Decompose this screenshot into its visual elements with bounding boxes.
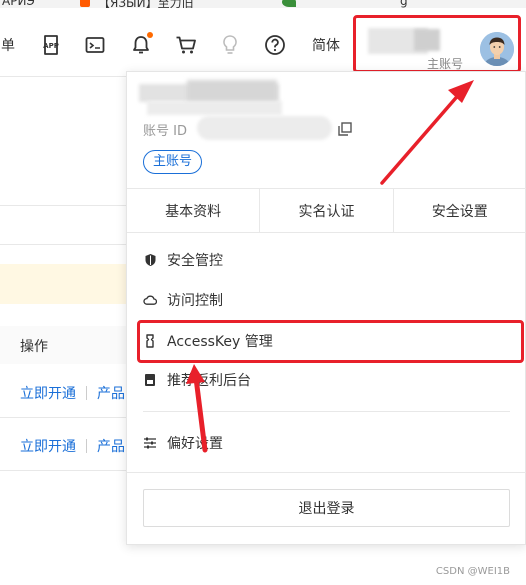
sliders-icon [143, 436, 157, 450]
leaf-favicon-icon [282, 0, 296, 7]
logout-button[interactable]: 退出登录 [143, 489, 510, 527]
browser-tab-strip: АРИЭ 【ЯЗЫЙ】至力旧 g [0, 0, 526, 8]
terminal-icon[interactable] [84, 34, 106, 56]
watermark: CSDN @WEI1B [435, 566, 510, 577]
redacted-subtitle [147, 101, 282, 115]
account-tabs: 基本资料 实名认证 安全设置 [127, 188, 526, 233]
gift-icon [143, 373, 157, 387]
annotation-box-account [353, 15, 521, 73]
annotation-box-accesskey [137, 320, 524, 363]
menu-item-access-control[interactable]: 访问控制 [143, 289, 223, 311]
product-link[interactable]: 产品 [97, 383, 125, 403]
divider [143, 411, 510, 412]
divider [0, 470, 130, 471]
background-panel [0, 205, 130, 245]
menu-item-label: 访问控制 [167, 293, 223, 309]
menu-item-referral[interactable]: 推荐返利后台 [143, 369, 251, 391]
column-header-actions: 操作 [20, 339, 48, 355]
screenshot: АРИЭ 【ЯЗЫЙ】至力旧 g 单 APP 简体 主账号 操作 立即开通 产品… [0, 0, 526, 585]
product-link[interactable]: 产品 [97, 436, 125, 456]
shield-icon [143, 253, 157, 267]
menu-item-preferences[interactable]: 偏好设置 [143, 432, 223, 454]
divider [0, 417, 130, 418]
nav-orders-partial[interactable]: 单 [0, 34, 16, 56]
menu-item-label: 推荐返利后台 [167, 373, 251, 389]
account-id-label: 账号 ID [143, 124, 187, 139]
menu-item-label: 偏好设置 [167, 436, 223, 452]
copy-icon[interactable] [338, 121, 352, 140]
notice-banner [0, 264, 130, 304]
account-dropdown: 账号 ID 主账号 基本资料 实名认证 安全设置 安全管控 访问控制 Acces… [126, 71, 526, 545]
tab-basic-info[interactable]: 基本资料 [127, 189, 261, 232]
link-separator [86, 386, 87, 400]
browser-tab-2[interactable]: 【ЯЗЫЙ】至力旧 [98, 0, 194, 8]
bell-icon[interactable] [130, 32, 153, 56]
cloud-icon [143, 293, 157, 307]
browser-tab-1[interactable]: АРИЭ [2, 0, 35, 8]
svg-text:APP: APP [43, 42, 59, 50]
menu-item-label: 安全管控 [167, 253, 223, 269]
link-separator [86, 439, 87, 453]
table-row: 立即开通 产品 [20, 436, 125, 456]
divider [127, 472, 526, 473]
help-icon[interactable] [264, 34, 286, 56]
app-icon[interactable]: APP [40, 34, 62, 56]
redacted-name-detail [187, 80, 277, 102]
activate-link[interactable]: 立即开通 [20, 383, 76, 403]
account-type-badge: 主账号 [143, 150, 203, 174]
language-switch[interactable]: 简体 [308, 34, 344, 56]
divider [0, 76, 130, 77]
browser-tab-3[interactable]: g [400, 0, 408, 8]
cart-icon[interactable] [174, 34, 198, 56]
table-row: 立即开通 产品 [20, 383, 125, 403]
activate-link[interactable]: 立即开通 [20, 436, 76, 456]
tab-security-settings[interactable]: 安全设置 [394, 189, 526, 232]
redacted-account-id [197, 116, 332, 140]
menu-item-security-control[interactable]: 安全管控 [143, 249, 223, 271]
tab-real-name-auth[interactable]: 实名认证 [260, 189, 394, 232]
notification-dot [147, 32, 153, 38]
favicon-icon [80, 0, 90, 7]
lightbulb-icon[interactable] [220, 34, 240, 56]
